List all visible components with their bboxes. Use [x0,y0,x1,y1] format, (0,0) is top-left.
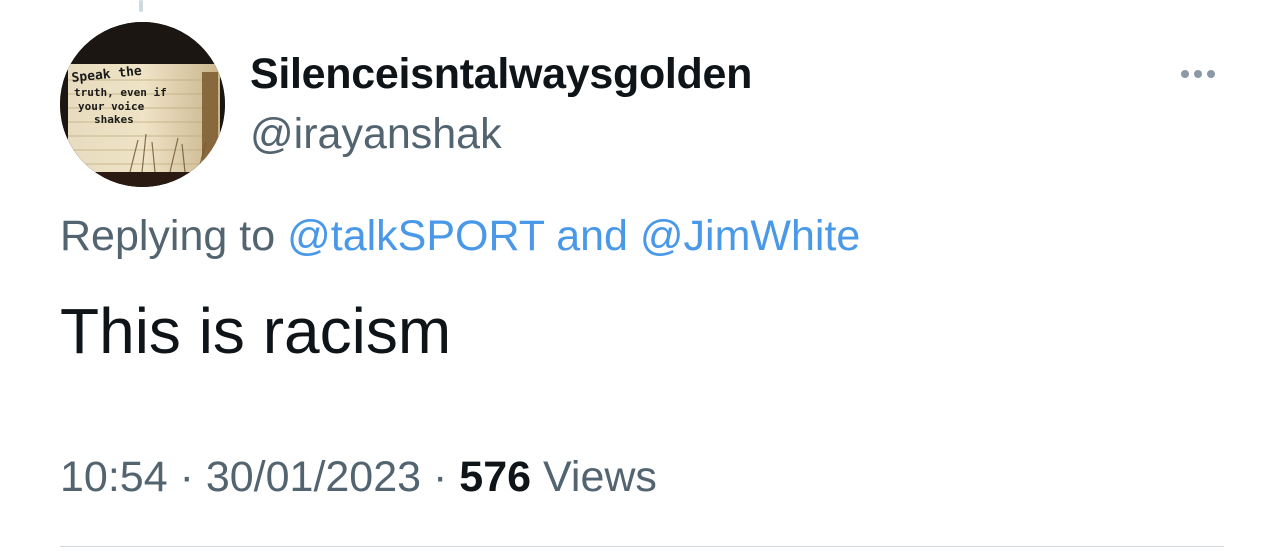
more-horizontal-icon-dot-2 [1194,70,1202,78]
views-count: 576 [459,453,532,501]
avatar[interactable]: Speak the truth, even if your voice shak… [60,22,225,187]
mention-link-jimwhite[interactable]: @JimWhite [640,212,860,260]
tweet-meta: 10:54 · 30/01/2023 · 576 Views [60,453,657,502]
mention-joiner: and [556,212,628,260]
tweet-date[interactable]: 30/01/2023 [206,453,421,501]
more-horizontal-icon [1181,70,1189,78]
author-handle[interactable]: @irayanshak [250,110,502,159]
author-display-name[interactable]: Silenceisntalwaysgolden [250,50,752,99]
svg-text:your voice: your voice [78,100,145,113]
replying-to-line: Replying to @talkSPORT and @JimWhite [60,212,860,261]
more-options-button[interactable] [1170,58,1226,90]
divider [60,546,1224,547]
tweet-text: This is racism [60,295,452,367]
meta-separator: · [433,453,448,501]
mention-link-talksport[interactable]: @talkSPORT [287,212,544,260]
more-horizontal-icon-dot-3 [1207,70,1215,78]
thread-connector-line [139,0,143,12]
svg-text:shakes: shakes [94,113,134,126]
replying-to-label: Replying to [60,212,276,260]
avatar-image: Speak the truth, even if your voice shak… [60,22,225,187]
tweet-time[interactable]: 10:54 [60,453,168,501]
views-label: Views [543,453,657,501]
svg-text:truth, even if: truth, even if [74,86,167,99]
meta-separator: · [179,453,194,501]
